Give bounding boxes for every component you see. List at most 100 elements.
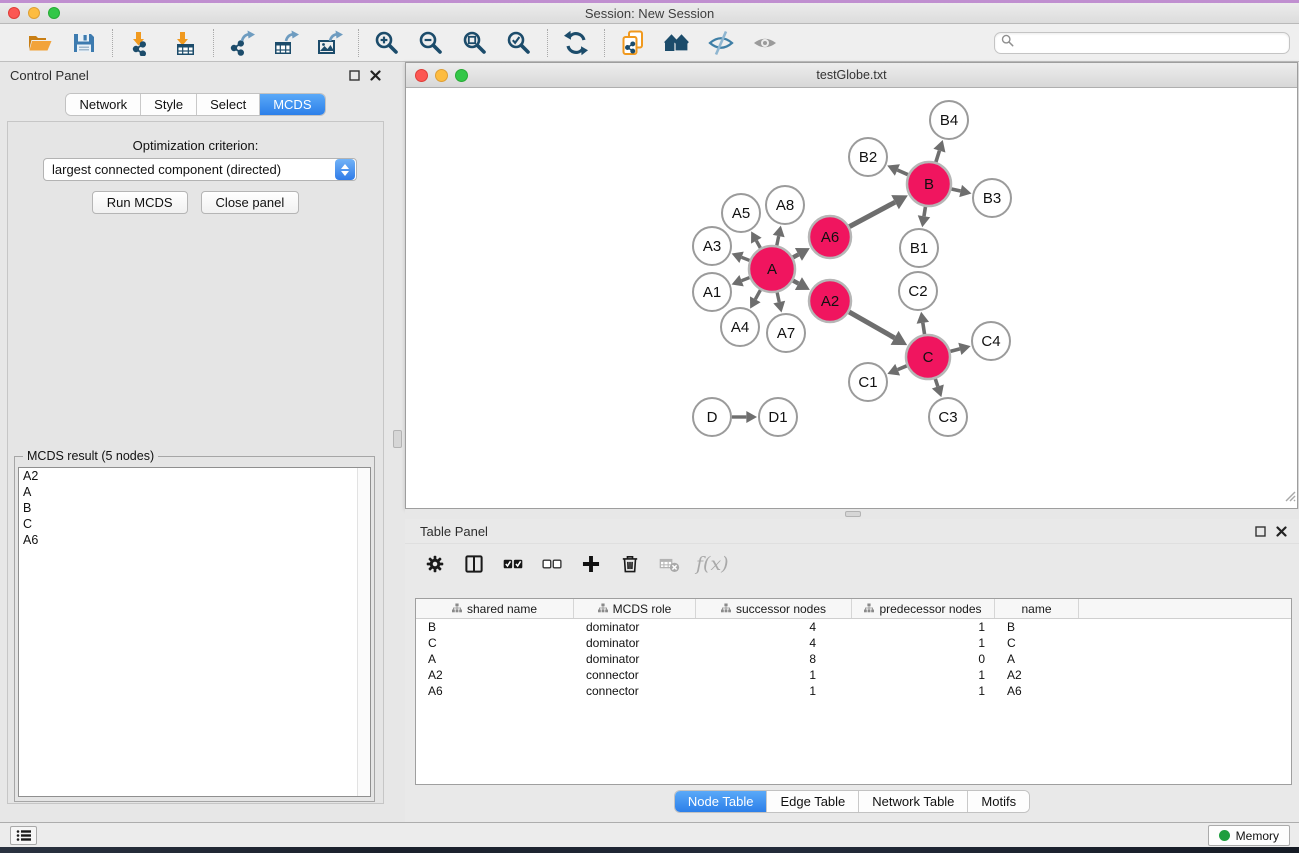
export-table-icon[interactable] [272,29,300,57]
graph-edge-B-B3[interactable] [951,185,971,197]
graph-node-A3[interactable]: A3 [693,227,731,265]
export-image-icon[interactable] [316,29,344,57]
table-row-a[interactable]: Adominator80A [416,651,1291,667]
tab-network[interactable]: Network [66,94,141,115]
mcds-result-item[interactable]: B [19,500,370,516]
tab-style[interactable]: Style [141,94,197,115]
graph-node-A5[interactable]: A5 [722,194,760,232]
graph-node-A[interactable]: A [749,246,795,292]
close-panel-icon[interactable] [370,70,381,81]
add-column-icon[interactable] [579,552,603,576]
mcds-result-item[interactable]: A [19,484,370,500]
graph-node-A4[interactable]: A4 [721,308,759,346]
import-table-icon[interactable] [171,29,199,57]
graph-edge-C-C2[interactable] [917,312,929,334]
horizontal-splitter-handle[interactable] [845,511,861,517]
search-input[interactable] [1018,34,1289,52]
graph-edge-C-C4[interactable] [950,343,970,355]
graph-edge-A6-B[interactable] [849,195,907,227]
resize-grip-icon[interactable] [1283,489,1296,507]
network-canvas[interactable]: B4B2BB3A5A8A6A3AB1A1C2A2A4A7C4CC1C3DD1 [406,88,1297,508]
graph-edge-B-B4[interactable] [933,140,945,162]
save-session-icon[interactable] [70,29,98,57]
tab-motifs[interactable]: Motifs [968,791,1029,812]
graph-edge-A2-C[interactable] [849,312,907,345]
graph-node-B[interactable]: B [907,162,951,206]
float-panel-icon[interactable] [349,70,360,81]
mcds-result-item[interactable]: A2 [19,468,370,484]
task-history-button[interactable] [10,826,37,845]
graph-edge-A-A3[interactable] [732,252,750,263]
graph-edge-A-A4[interactable] [750,290,761,309]
memory-button[interactable]: Memory [1208,825,1290,846]
graph-edge-D-D1[interactable] [732,411,757,423]
graph-node-A6[interactable]: A6 [809,216,851,258]
export-network-icon[interactable] [228,29,256,57]
split-columns-icon[interactable] [462,552,486,576]
tab-network-table[interactable]: Network Table [859,791,968,812]
graph-node-C1[interactable]: C1 [849,363,887,401]
graph-edge-C-C3[interactable] [932,379,944,397]
graph-edge-A-A2[interactable] [793,277,810,290]
graph-node-A1[interactable]: A1 [693,273,731,311]
run-mcds-button[interactable]: Run MCDS [92,191,188,214]
graph-node-A7[interactable]: A7 [767,314,805,352]
graph-node-C3[interactable]: C3 [929,398,967,436]
horizontal-splitter[interactable] [405,509,1299,519]
table-row-b[interactable]: Bdominator41B [416,619,1291,635]
graph-node-B3[interactable]: B3 [973,179,1011,217]
mcds-result-item[interactable]: A6 [19,532,370,548]
graph-edge-B-B2[interactable] [887,164,908,176]
show-all-icon[interactable] [751,29,779,57]
graph-node-B2[interactable]: B2 [849,138,887,176]
close-table-panel-icon[interactable] [1276,526,1287,537]
graph-node-D1[interactable]: D1 [759,398,797,436]
refresh-layout-icon[interactable] [562,29,590,57]
gear-icon[interactable] [423,552,447,576]
graph-edge-B-B1[interactable] [918,207,930,228]
network-zoom-button[interactable] [455,69,468,82]
table-row-c[interactable]: Cdominator41C [416,635,1291,651]
graph-edge-A-A1[interactable] [732,275,750,286]
delete-column-icon[interactable] [618,552,642,576]
home-view-icon[interactable] [663,29,691,57]
column-header-name[interactable]: name [995,599,1079,618]
hide-selected-icon[interactable] [707,29,735,57]
graph-node-D[interactable]: D [693,398,731,436]
float-table-panel-icon[interactable] [1255,526,1266,537]
network-close-button[interactable] [415,69,428,82]
search-field[interactable] [994,32,1290,54]
graph-edge-C-C1[interactable] [887,364,906,376]
zoom-fit-icon[interactable] [461,29,489,57]
graph-node-A8[interactable]: A8 [766,186,804,224]
mcds-result-item[interactable]: C [19,516,370,532]
tab-select[interactable]: Select [197,94,260,115]
tab-edge-table[interactable]: Edge Table [767,791,859,812]
graph-edge-A-A8[interactable] [773,226,785,246]
zoom-selected-icon[interactable] [505,29,533,57]
import-network-icon[interactable] [127,29,155,57]
zoom-in-icon[interactable] [373,29,401,57]
graph-node-C4[interactable]: C4 [972,322,1010,360]
optimization-criterion-select[interactable]: largest connected component (directed) [43,158,357,181]
result-list-scrollbar[interactable] [357,468,370,796]
open-file-icon[interactable] [26,29,54,57]
graph-node-C2[interactable]: C2 [899,272,937,310]
graph-node-C[interactable]: C [906,335,950,379]
column-header-successor-nodes[interactable]: successor nodes [696,599,852,618]
graph-edge-A-A6[interactable] [793,248,810,261]
column-header-mcds-role[interactable]: MCDS role [574,599,696,618]
tab-mcds[interactable]: MCDS [260,94,324,115]
column-header-predecessor-nodes[interactable]: predecessor nodes [852,599,995,618]
select-all-columns-icon[interactable] [501,552,525,576]
vertical-splitter-handle[interactable] [393,430,402,448]
close-panel-button[interactable]: Close panel [201,191,300,214]
graph-edge-A-A7[interactable] [773,292,785,312]
tab-node-table[interactable]: Node Table [675,791,768,812]
graph-node-B4[interactable]: B4 [930,101,968,139]
deselect-all-columns-icon[interactable] [540,552,564,576]
graph-edge-A-A5[interactable] [751,231,762,248]
column-header-shared-name[interactable]: shared name [416,599,574,618]
graph-node-B1[interactable]: B1 [900,229,938,267]
duplicate-network-icon[interactable] [619,29,647,57]
